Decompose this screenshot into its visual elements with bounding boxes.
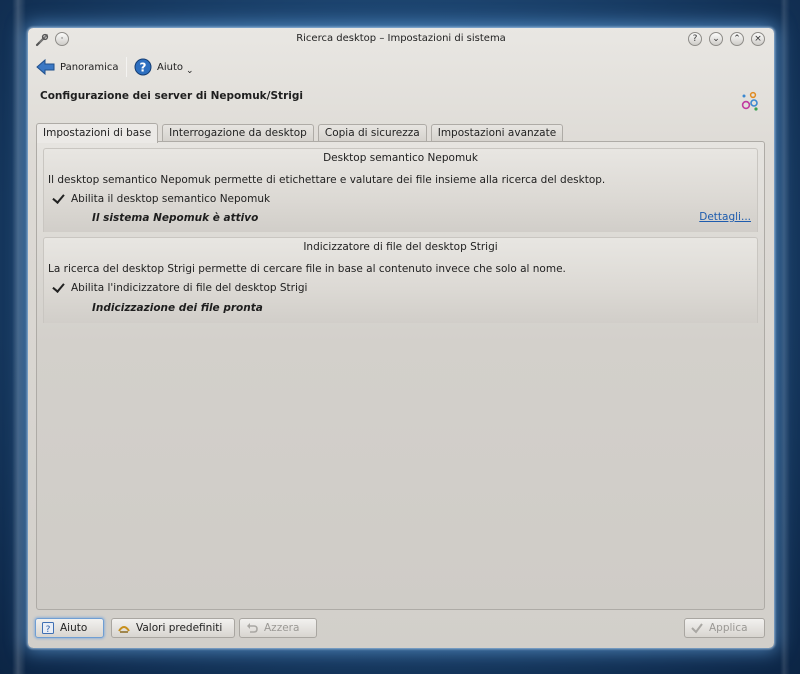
svg-text:?: ? xyxy=(46,625,51,635)
page-title: Configurazione dei server di Nepomuk/Str… xyxy=(40,90,303,102)
svg-text:?: ? xyxy=(140,61,147,75)
strigi-enable-checkbox[interactable]: Abilita l'indicizzatore di file del desk… xyxy=(52,281,307,294)
defaults-button-label: Valori predefiniti xyxy=(136,622,223,634)
help-menu-label: Aiuto xyxy=(157,61,183,73)
help-button-label: Aiuto xyxy=(60,622,88,634)
close-button[interactable]: × xyxy=(751,32,765,46)
tab-backup[interactable]: Copia di sicurezza xyxy=(317,124,427,142)
strigi-status: Indicizzazione dei file pronta xyxy=(92,302,263,314)
tab-basic-settings[interactable]: Impostazioni di base xyxy=(36,123,159,143)
checkmark-icon[interactable] xyxy=(52,192,65,205)
reset-button[interactable]: Azzera xyxy=(239,618,317,638)
overview-label: Panoramica xyxy=(60,61,119,73)
minimize-button[interactable]: ⌄ xyxy=(709,32,723,46)
undo-icon xyxy=(247,623,258,633)
chevron-down-icon: ⌄ xyxy=(186,66,194,76)
reset-button-label: Azzera xyxy=(264,622,300,634)
help-book-icon: ? xyxy=(42,622,54,635)
tab-desktop-query[interactable]: Interrogazione da desktop xyxy=(162,124,314,142)
window-title: Ricerca desktop – Impostazioni di sistem… xyxy=(296,33,506,44)
tab-bar: Impostazioni di base Interrogazione da d… xyxy=(36,122,567,143)
nepomuk-enable-label: Abilita il desktop semantico Nepomuk xyxy=(71,192,271,205)
strigi-description: La ricerca del desktop Strigi permette d… xyxy=(48,263,566,275)
nepomuk-status: Il sistema Nepomuk è attivo xyxy=(92,212,259,224)
nepomuk-enable-checkbox[interactable]: Abilita il desktop semantico Nepomuk xyxy=(52,192,270,205)
tab-advanced-settings[interactable]: Impostazioni avanzate xyxy=(430,124,564,142)
overview-button[interactable]: Panoramica xyxy=(36,55,119,79)
nepomuk-group-title: Desktop semantico Nepomuk xyxy=(323,152,478,164)
back-arrow-icon xyxy=(36,58,55,76)
tab-panel: Desktop semantico Nepomuk Il desktop sem… xyxy=(36,141,765,610)
maximize-button[interactable]: ⌃ xyxy=(730,32,744,46)
nepomuk-group: Desktop semantico Nepomuk Il desktop sem… xyxy=(43,148,758,232)
title-bar[interactable]: · Ricerca desktop – Impostazioni di sist… xyxy=(28,28,774,52)
help-button[interactable]: ? Aiuto xyxy=(35,618,104,638)
apply-button-label: Applica xyxy=(709,622,748,634)
defaults-button[interactable]: Valori predefiniti xyxy=(111,618,235,638)
nepomuk-icon xyxy=(741,91,758,111)
checkmark-icon[interactable] xyxy=(52,281,65,294)
help-button-titlebar[interactable]: ? xyxy=(688,32,702,46)
settings-window: · Ricerca desktop – Impostazioni di sist… xyxy=(28,28,774,648)
toolbar-separator xyxy=(126,57,127,77)
strigi-group-title: Indicizzatore di file del desktop Strigi xyxy=(303,241,498,253)
check-icon xyxy=(691,623,703,634)
nepomuk-details-link[interactable]: Dettagli... xyxy=(699,211,751,223)
apply-button[interactable]: Applica xyxy=(684,618,765,638)
help-icon: ? xyxy=(134,58,152,76)
nepomuk-description: Il desktop semantico Nepomuk permette di… xyxy=(48,174,606,186)
strigi-enable-label: Abilita l'indicizzatore di file del desk… xyxy=(71,281,308,294)
strigi-group: Indicizzatore di file del desktop Strigi… xyxy=(43,237,758,323)
toolbar: Panoramica ? Aiuto ⌄ xyxy=(28,52,774,82)
defaults-icon xyxy=(118,626,130,633)
help-menu-button[interactable]: ? Aiuto ⌄ xyxy=(134,55,194,79)
